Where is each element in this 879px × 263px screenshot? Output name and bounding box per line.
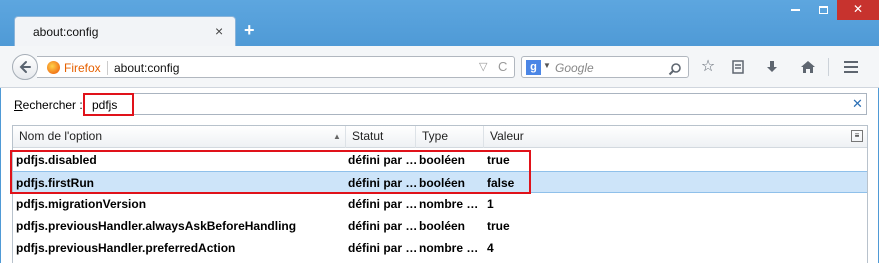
identity-label[interactable]: Firefox — [64, 61, 108, 75]
search-highlight-box — [83, 93, 134, 116]
url-history-dropdown-icon[interactable]: ▽ — [479, 60, 487, 73]
column-header-name-label: Nom de l'option — [19, 129, 103, 143]
row-type: nombre … — [419, 241, 479, 255]
clear-filter-icon[interactable]: ✕ — [852, 96, 863, 112]
title-bar: about:config × + ✕ — [0, 0, 879, 47]
filter-label-accesskey: R — [14, 98, 23, 112]
url-text[interactable]: about:config — [114, 61, 179, 75]
row-type: nombre … — [419, 197, 479, 211]
row-name: pdfjs.previousHandler.preferredAction — [16, 241, 236, 255]
filter-label-text: echercher : — [22, 98, 83, 112]
rows-highlight-box — [10, 150, 531, 194]
new-tab-button[interactable]: + — [244, 20, 255, 41]
tab-about-config[interactable]: about:config × — [14, 16, 236, 47]
row-name: pdfjs.migrationVersion — [16, 197, 147, 211]
minimize-icon — [790, 8, 800, 11]
column-header-status-label: Statut — [352, 129, 384, 143]
row-value: 4 — [487, 241, 494, 255]
reload-icon[interactable]: C — [498, 59, 507, 74]
table-row[interactable]: pdfjs.migrationVersion défini par … nomb… — [13, 193, 867, 215]
column-picker-icon[interactable]: ≡ — [851, 130, 863, 142]
row-name: pdfjs.previousHandler.alwaysAskBeforeHan… — [16, 219, 297, 233]
row-status: défini par … — [348, 241, 418, 255]
bookmark-star-icon[interactable]: ☆ — [697, 56, 719, 78]
row-status: défini par … — [348, 197, 418, 211]
back-button[interactable] — [12, 54, 38, 80]
table-header: Nom de l'option ▲ Statut Type Valeur ≡ — [13, 126, 867, 148]
tab-close-icon[interactable]: × — [215, 23, 223, 39]
column-header-status[interactable]: Statut — [346, 126, 416, 148]
table-row[interactable]: pdfjs.previousHandler.alwaysAskBeforeHan… — [13, 215, 867, 237]
tab-title: about:config — [33, 25, 99, 39]
close-window-button[interactable]: ✕ — [837, 0, 879, 20]
back-arrow-icon — [19, 61, 31, 73]
maximize-button[interactable] — [809, 0, 837, 20]
reading-list-icon[interactable] — [727, 56, 749, 78]
navigation-toolbar: Firefox about:config ▽ C g ▼ Google ☆ — [0, 46, 879, 88]
row-value: true — [487, 153, 510, 167]
preferences-table: Nom de l'option ▲ Statut Type Valeur ≡ p… — [12, 125, 868, 263]
row-value: false — [487, 176, 515, 190]
column-header-type[interactable]: Type — [416, 126, 484, 148]
search-icon[interactable] — [668, 58, 682, 79]
search-engine-dropdown-icon[interactable]: ▼ — [543, 61, 551, 70]
column-header-value-label: Valeur — [490, 129, 524, 143]
search-bar[interactable]: g ▼ Google — [521, 56, 689, 78]
firefox-logo-icon — [47, 61, 60, 74]
sort-ascending-icon: ▲ — [333, 132, 341, 141]
maximize-icon — [818, 5, 828, 14]
home-icon[interactable] — [797, 56, 819, 78]
row-value: 1 — [487, 197, 494, 211]
column-header-type-label: Type — [422, 129, 449, 143]
toolbar-separator — [828, 58, 829, 76]
row-type: booléen — [419, 219, 466, 233]
minimize-button[interactable] — [781, 0, 809, 20]
menu-icon[interactable] — [840, 56, 862, 78]
filter-input[interactable]: pdfjs ✕ — [83, 93, 867, 115]
close-icon: ✕ — [852, 2, 864, 16]
column-header-name[interactable]: Nom de l'option ▲ — [13, 126, 346, 148]
search-input[interactable]: Google — [555, 61, 594, 75]
url-bar[interactable]: Firefox about:config ▽ C — [37, 56, 515, 78]
download-icon[interactable] — [761, 56, 783, 78]
table-row[interactable]: pdfjs.previousHandler.preferredAction dé… — [13, 237, 867, 259]
google-icon[interactable]: g — [526, 60, 541, 75]
column-header-value[interactable]: Valeur — [484, 126, 844, 148]
filter-label: Rechercher : — [14, 98, 83, 112]
row-status: défini par … — [348, 219, 418, 233]
row-value: true — [487, 219, 510, 233]
